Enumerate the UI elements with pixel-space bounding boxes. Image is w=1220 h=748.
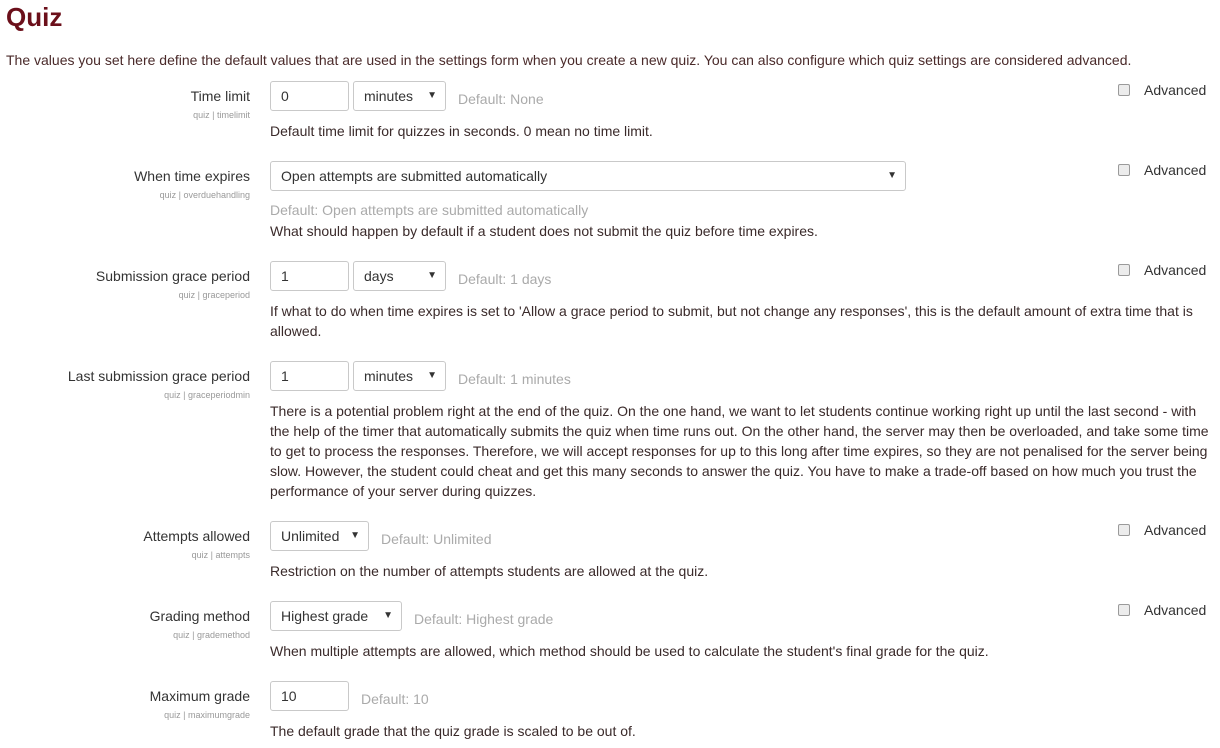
select-value: days [364,268,394,284]
setting-description: Default time limit for quizzes in second… [270,123,653,139]
checkbox-icon[interactable] [1118,84,1130,96]
select-value: minutes [364,88,414,104]
setting-description: What should happen by default if a stude… [270,223,818,239]
caret-down-icon: ▼ [350,530,360,541]
time-limit-input[interactable]: 0 [270,81,349,111]
default-value: Default: 10 [361,691,429,707]
checkbox-icon[interactable] [1118,604,1130,616]
setting-label: Time limit [190,88,250,104]
setting-key: quiz | graceperiodmin [164,390,250,400]
caret-down-icon: ▼ [887,170,897,181]
page-title: Quiz [6,2,63,32]
last-grace-period-unit-select[interactable]: minutes ▼ [353,361,446,391]
setting-key: quiz | graceperiod [178,290,250,300]
setting-key: quiz | maximumgrade [164,710,250,720]
checkbox-icon[interactable] [1118,264,1130,276]
default-value: Default: Unlimited [381,531,492,547]
page-intro: The values you set here define the defau… [6,52,1132,68]
attempts-select[interactable]: Unlimited ▼ [270,521,369,551]
setting-label: Grading method [149,608,250,624]
default-value: Default: None [458,91,544,107]
grading-method-select[interactable]: Highest grade ▼ [270,601,402,631]
setting-key: quiz | grademethod [173,630,250,640]
select-value: Unlimited [281,528,340,544]
setting-key: quiz | attempts [191,550,250,560]
caret-down-icon: ▼ [427,90,437,101]
grace-period-unit-select[interactable]: days ▼ [353,261,446,291]
default-value: Default: Highest grade [414,611,554,627]
setting-key: quiz | timelimit [193,110,250,120]
setting-label: Submission grace period [95,268,250,284]
select-value: Open attempts are submitted automaticall… [281,168,548,184]
when-time-expires-select[interactable]: Open attempts are submitted automaticall… [270,161,906,191]
setting-label: When time expires [134,168,250,184]
advanced-label: Advanced [1144,522,1207,538]
advanced-label: Advanced [1144,262,1207,278]
setting-description: The default grade that the quiz grade is… [270,723,636,739]
setting-description: Restriction on the number of attempts st… [270,563,709,579]
select-value: minutes [364,368,414,384]
setting-description: There is a potential problem right at th… [270,403,1209,499]
setting-description: If what to do when time expires is set t… [270,303,1193,339]
default-value: Default: 1 days [458,271,552,287]
advanced-label: Advanced [1144,602,1207,618]
setting-key: quiz | overduehandling [159,190,250,200]
caret-down-icon: ▼ [427,270,437,281]
setting-label: Maximum grade [149,688,250,704]
setting-label: Attempts allowed [143,528,250,544]
maximum-grade-input[interactable]: 10 [270,681,349,711]
advanced-label: Advanced [1144,162,1207,178]
checkbox-icon[interactable] [1118,164,1130,176]
advanced-label: Advanced [1144,82,1207,98]
setting-label: Last submission grace period [67,368,250,384]
select-value: Highest grade [281,608,369,624]
default-value: Default: 1 minutes [458,371,571,387]
caret-down-icon: ▼ [383,610,393,621]
default-value: Default: Open attempts are submitted aut… [270,202,589,218]
caret-down-icon: ▼ [427,370,437,381]
grace-period-input[interactable]: 1 [270,261,349,291]
checkbox-icon[interactable] [1118,524,1130,536]
time-limit-unit-select[interactable]: minutes ▼ [353,81,446,111]
last-grace-period-input[interactable]: 1 [270,361,349,391]
setting-description: When multiple attempts are allowed, whic… [270,643,989,659]
